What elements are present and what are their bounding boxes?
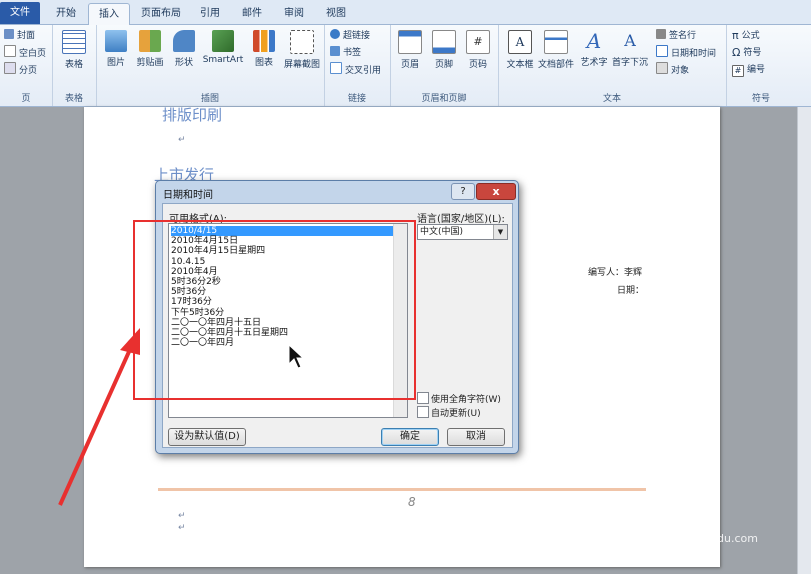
annotation-arrow: [58, 328, 140, 506]
watermark-url: jingyan.baidu.com: [656, 532, 758, 545]
mouse-pointer-icon: [288, 344, 304, 369]
baidu-watermark: Bai 经验 jingyan.baidu.com: [618, 500, 758, 545]
arrow-shaft: [58, 344, 134, 506]
watermark-brand: Bai 经验: [618, 506, 709, 531]
arrow-head: [120, 328, 140, 355]
